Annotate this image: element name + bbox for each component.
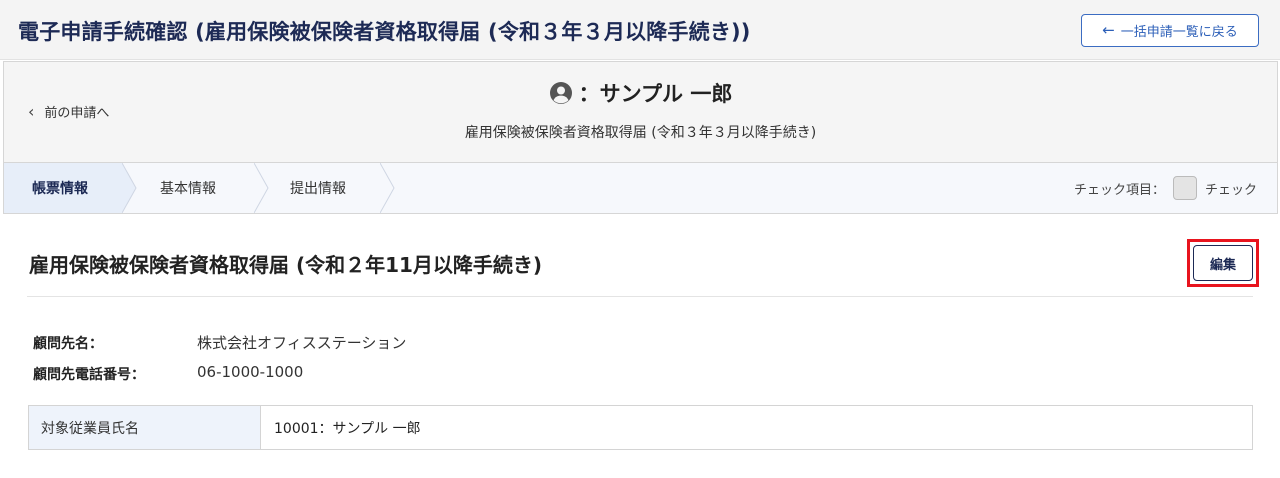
client-phone-value: 06-1000-1000 <box>197 363 304 381</box>
client-name-value: 株式会社オフィスステーション <box>197 334 407 352</box>
divider <box>27 296 1253 297</box>
tab-separator <box>122 163 137 213</box>
form-name: 雇用保険被保険者資格取得届 (令和３年３月以降手続き) <box>464 125 817 141</box>
client-phone-label: 顧問先電話番号： <box>33 367 145 383</box>
tab-form-info[interactable]: 帳票情報 <box>4 163 122 213</box>
arrow-left-icon: ← <box>1102 21 1115 39</box>
applicant-summary: ‹ 前の申請へ ：サンプル 一郎 雇用保険被保険者資格取得届 (令和３年３月以降… <box>4 62 1277 163</box>
check-checkbox[interactable] <box>1172 176 1197 200</box>
applicant-name-row: ：サンプル 一郎 <box>4 78 1277 108</box>
application-card: ‹ 前の申請へ ：サンプル 一郎 雇用保険被保険者資格取得届 (令和３年３月以降… <box>3 61 1278 214</box>
applicant-name: ：サンプル 一郎 <box>578 82 733 106</box>
check-items-label: チェック項目： <box>1073 182 1165 198</box>
page-header: 電子申請手続確認 (雇用保険被保険者資格取得届 (令和３年３月以降手続き)) ←… <box>0 0 1280 60</box>
tab-label: 提出情報 <box>290 181 346 197</box>
tab-submission-info[interactable]: 提出情報 <box>272 163 380 213</box>
client-name-label: 顧問先名： <box>33 336 103 352</box>
check-checkbox-label: チェック <box>1204 182 1257 198</box>
tab-bar: 帳票情報 基本情報 提出情報 チェック項目： チェック <box>4 163 1277 213</box>
tab-label: 基本情報 <box>160 181 216 197</box>
back-to-batch-list-label: 一括申請一覧に戻る <box>1120 25 1238 40</box>
tab-label: 帳票情報 <box>32 181 88 197</box>
tab-basic-info[interactable]: 基本情報 <box>140 163 254 213</box>
page-title: 電子申請手続確認 (雇用保険被保険者資格取得届 (令和３年３月以降手続き)) <box>18 20 751 44</box>
employee-name-label: 対象従業員氏名 <box>29 406 261 449</box>
employee-name-value: 10001：サンプル 一郎 <box>274 420 421 437</box>
back-to-batch-list-button[interactable]: ← 一括申請一覧に戻る <box>1081 14 1259 47</box>
employee-table: 対象従業員氏名 10001：サンプル 一郎 <box>28 405 1253 450</box>
tab-separator <box>380 163 395 213</box>
check-items: チェック項目： チェック <box>1074 163 1257 213</box>
edit-button[interactable]: 編集 <box>1193 245 1253 281</box>
section-title: 雇用保険被保険者資格取得届 (令和２年11月以降手続き) <box>29 253 543 277</box>
tab-separator <box>254 163 269 213</box>
user-circle-icon <box>549 82 572 104</box>
